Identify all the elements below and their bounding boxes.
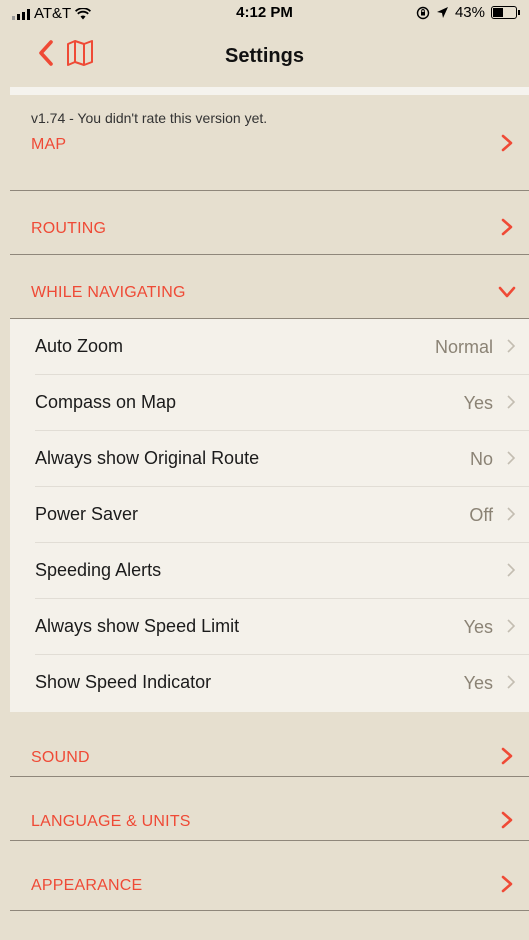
row-label: Auto Zoom bbox=[35, 336, 124, 356]
chevron-right-icon bbox=[501, 875, 513, 893]
nav-bar: Settings bbox=[0, 28, 529, 87]
list-item-compass-on-map[interactable]: Compass on Map Yes bbox=[10, 375, 529, 431]
section-language-units[interactable]: LANGUAGE & UNITS bbox=[10, 777, 529, 841]
row-label: Always show Speed Limit bbox=[35, 616, 240, 636]
section-while-navigating[interactable]: WHILE NAVIGATING bbox=[10, 255, 529, 319]
section-routing-label: ROUTING bbox=[31, 220, 107, 237]
section-language-units-label: LANGUAGE & UNITS bbox=[31, 813, 191, 830]
orientation-lock-icon bbox=[416, 6, 430, 19]
battery-icon bbox=[491, 6, 520, 19]
version-text: v1.74 - You didn't rate this version yet… bbox=[31, 110, 268, 126]
section-appearance[interactable]: APPEARANCE bbox=[10, 841, 529, 911]
section-sound[interactable]: SOUND bbox=[10, 712, 529, 777]
section-routing[interactable]: ROUTING bbox=[10, 191, 529, 255]
while-navigating-list: Auto Zoom Normal Compass on Map Yes Alwa… bbox=[10, 319, 529, 712]
row-value: Off bbox=[469, 505, 493, 525]
chevron-right-icon bbox=[507, 675, 515, 689]
page-title: Settings bbox=[225, 45, 304, 67]
section-map[interactable]: MAP bbox=[10, 127, 529, 191]
chevron-right-icon bbox=[507, 619, 515, 633]
list-item-original-route[interactable]: Always show Original Route No bbox=[10, 431, 529, 487]
chevron-right-icon bbox=[501, 218, 513, 236]
list-item-speeding-alerts[interactable]: Speeding Alerts bbox=[10, 543, 529, 599]
chevron-right-icon bbox=[501, 747, 513, 765]
chevron-right-icon bbox=[501, 811, 513, 829]
chevron-down-icon bbox=[498, 286, 516, 298]
header-divider bbox=[10, 87, 529, 95]
list-item-speed-indicator[interactable]: Show Speed Indicator Yes bbox=[10, 655, 529, 711]
row-value: Yes bbox=[463, 673, 493, 693]
section-while-navigating-label: WHILE NAVIGATING bbox=[31, 284, 186, 301]
chevron-right-icon bbox=[507, 339, 515, 353]
chevron-right-icon bbox=[507, 507, 515, 521]
status-bar: AT&T 4:12 PM 43% bbox=[0, 0, 529, 28]
section-map-label: MAP bbox=[31, 136, 67, 153]
row-label: Power Saver bbox=[35, 504, 139, 524]
list-item-power-saver[interactable]: Power Saver Off bbox=[10, 487, 529, 543]
status-right: 43% bbox=[416, 4, 520, 21]
row-value: Yes bbox=[463, 393, 493, 413]
location-arrow-icon bbox=[436, 7, 448, 18]
row-value: No bbox=[469, 449, 493, 469]
battery-percent: 43% bbox=[454, 4, 485, 21]
list-item-speed-limit[interactable]: Always show Speed Limit Yes bbox=[10, 599, 529, 655]
chevron-right-icon bbox=[507, 451, 515, 465]
row-label: Speeding Alerts bbox=[35, 560, 162, 580]
list-item-auto-zoom[interactable]: Auto Zoom Normal bbox=[10, 319, 529, 375]
section-appearance-label: APPEARANCE bbox=[31, 877, 143, 894]
row-label: Always show Original Route bbox=[35, 448, 260, 468]
row-value: Yes bbox=[463, 617, 493, 637]
chevron-right-icon bbox=[501, 134, 513, 152]
chevron-right-icon bbox=[507, 395, 515, 409]
row-label: Show Speed Indicator bbox=[35, 672, 212, 692]
section-sound-label: SOUND bbox=[31, 749, 90, 766]
chevron-right-icon bbox=[507, 563, 515, 577]
row-label: Compass on Map bbox=[35, 392, 177, 412]
row-value: Normal bbox=[434, 337, 493, 357]
battery-level bbox=[493, 8, 504, 17]
